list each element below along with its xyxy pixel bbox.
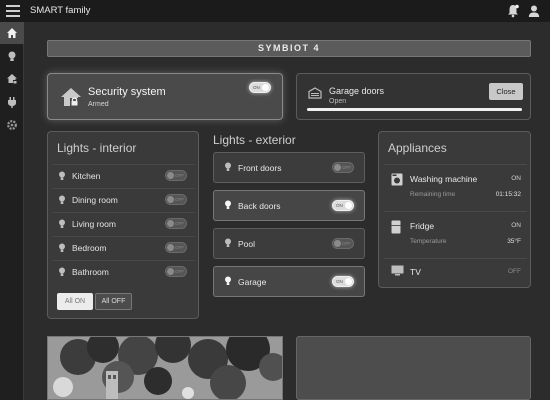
garage-doors-title: Garage doors [329,86,385,96]
appliance-washing-machine[interactable]: Washing machine ON Remaining time 01:15:… [384,164,527,210]
appliances-card: Appliances Washing machine ON Remaining … [378,131,531,288]
empty-panel [296,336,531,400]
house-lock-icon [61,88,81,106]
toggle[interactable]: OFF [332,162,354,173]
appliance-fridge[interactable]: Fridge ON Temperature 35°F [384,211,527,257]
bulb-icon [225,200,231,209]
house-lock-icon [7,74,17,84]
toggle[interactable]: OFF [332,238,354,249]
exterior-light-back-doors[interactable]: Back doors ON [213,190,365,221]
menu-icon[interactable] [6,5,20,17]
list-item[interactable]: Bathroom OFF [52,260,195,282]
rail-power[interactable] [0,91,24,113]
exterior-light-front-doors[interactable]: Front doors OFF [213,152,365,183]
app-title: SMART family [30,5,91,16]
garage-progress-fill [307,108,522,111]
lights-interior-card: Lights - interior Kitchen OFF Dining roo… [47,131,199,319]
toggle[interactable]: OFF [165,218,187,229]
rail-lights[interactable] [0,45,24,67]
close-button[interactable]: Close [489,83,523,100]
toggle[interactable]: OFF [165,170,187,181]
rail-security[interactable] [0,68,24,90]
bulb-icon [59,243,65,252]
bulb-icon [225,162,231,171]
toggle[interactable]: OFF [165,266,187,277]
side-rail [0,22,24,400]
security-title: Security system [88,86,166,98]
security-card[interactable]: Security system Armed [47,73,283,120]
exterior-light-pool[interactable]: Pool OFF [213,228,365,259]
toggle[interactable]: ON [332,200,354,211]
bulb-icon [59,267,65,276]
bulb-icon [8,51,16,61]
rail-settings[interactable] [0,114,24,136]
fridge-icon [391,220,401,234]
brand-banner: SYMBIOT 4 [47,40,531,57]
security-status: Armed [88,101,109,108]
list-item[interactable]: Living room OFF [52,212,195,234]
camera-feed-image[interactable] [47,336,283,400]
bulb-icon [225,238,231,247]
tv-icon [391,265,404,276]
all-off-button[interactable]: All OFF [95,293,132,310]
garage-doors-status: Open [329,98,347,105]
garage-doors-card: Garage doors Open Close [296,73,531,120]
list-item[interactable]: Dining room OFF [52,188,195,210]
bulb-icon [59,219,65,228]
gear-icon [7,120,17,130]
list-item[interactable]: Bedroom OFF [52,236,195,258]
washing-machine-icon [391,173,403,186]
plug-icon [8,97,16,108]
toggle[interactable]: OFF [165,242,187,253]
bulb-icon [59,195,65,204]
toggle[interactable]: OFF [165,194,187,205]
all-on-button[interactable]: All ON [57,293,93,310]
security-toggle[interactable]: ON [249,82,271,93]
exterior-light-garage[interactable]: Garage ON [213,266,365,297]
toggle[interactable]: ON [332,276,354,287]
top-bar: SMART family [0,0,550,22]
lights-exterior-title: Lights - exterior [213,133,296,147]
list-item[interactable]: Kitchen OFF [52,164,195,186]
appliances-title: Appliances [388,141,447,155]
garage-progress [307,108,522,111]
lights-interior-title: Lights - interior [57,141,137,155]
trees-photo [48,337,282,399]
bell-icon[interactable] [507,4,519,18]
bulb-icon [225,276,231,285]
appliance-tv[interactable]: TV OFF [384,258,527,284]
user-icon[interactable] [528,4,540,18]
rail-home[interactable] [0,22,24,44]
home-icon [7,28,17,38]
bulb-icon [59,171,65,180]
garage-icon [308,87,322,99]
